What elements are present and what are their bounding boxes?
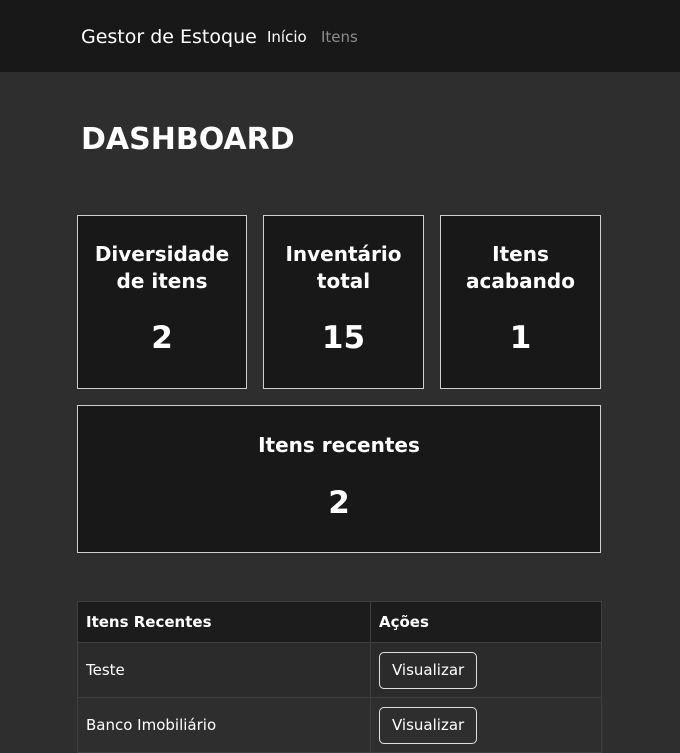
item-name-cell: Teste [77,642,371,698]
table-header-row: Itens Recentes Ações [77,601,602,643]
recent-items-value: 2 [328,485,350,521]
total-inventory-title: Inventário total [285,242,402,293]
header-recent-items: Itens Recentes [77,601,371,643]
total-inventory-value: 15 [321,320,366,356]
items-ending-title: Itens acabando [466,242,575,293]
header-actions: Ações [370,601,602,643]
actions-cell: Visualizar [370,697,602,753]
recent-items-title: Itens recentes [258,433,420,457]
table-row: Teste Visualizar [77,642,602,698]
top-navbar: Gestor de Estoque Início Itens [0,0,680,72]
nav-link-itens[interactable]: Itens [321,28,358,46]
view-button[interactable]: Visualizar [379,706,478,744]
nav-link-inicio[interactable]: Início [267,28,307,46]
items-ending-value: 1 [509,320,532,356]
actions-cell: Visualizar [370,642,602,698]
item-diversity-card: Diversidade de itens 2 [77,215,247,389]
items-ending-card: Itens acabando 1 [440,215,601,389]
recent-items-table-container: Itens Recentes Ações Teste Visualizar Ba… [77,601,602,753]
item-diversity-value: 2 [151,320,173,356]
page-title: DASHBOARD [81,122,295,157]
brand-link[interactable]: Gestor de Estoque [81,25,257,49]
table-row: Banco Imobiliário Visualizar [77,697,602,753]
recent-items-card: Itens recentes 2 [77,405,601,553]
item-name-cell: Banco Imobiliário [77,697,371,753]
item-diversity-title: Diversidade de itens [94,242,230,293]
recent-items-table: Itens Recentes Ações Teste Visualizar Ba… [77,601,602,753]
view-button[interactable]: Visualizar [379,651,478,689]
total-inventory-card: Inventário total 15 [263,215,424,389]
